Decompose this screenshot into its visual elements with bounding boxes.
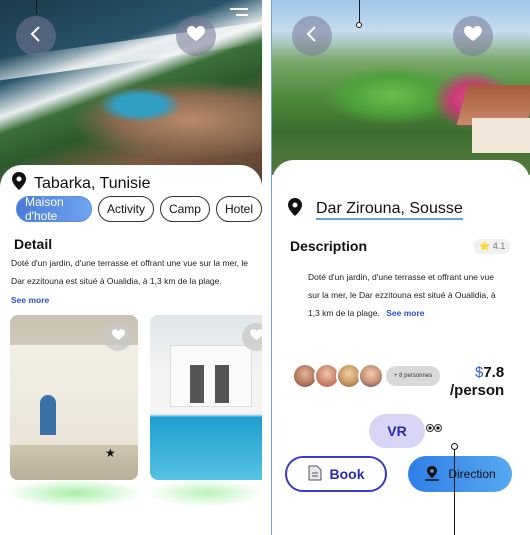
star-icon: ★: [105, 446, 116, 460]
location-pin-icon: [288, 198, 302, 221]
avatar: [358, 363, 384, 389]
visitors-row: + 8 personnes: [292, 363, 441, 389]
location-row: Dar Zirouna, Sousse: [288, 198, 463, 221]
favorite-button[interactable]: [176, 16, 216, 56]
property-description: Doté d'un jardin, d'une terrasse et offr…: [308, 268, 508, 322]
chevron-left-icon: [303, 25, 321, 48]
price-unit: /person: [450, 382, 505, 399]
guide-handle: [356, 22, 362, 28]
right-screen: Dar Zirouna, Sousse Description ⭐ 4.1 Do…: [272, 0, 530, 535]
photo-favorite-button-2[interactable]: [242, 323, 262, 351]
eyes-icon: [426, 424, 442, 435]
rating-badge: ⭐ 4.1: [474, 239, 511, 254]
see-more-link[interactable]: See more: [11, 295, 49, 305]
book-button[interactable]: Book: [285, 456, 387, 492]
photo-shadow-2: [150, 480, 262, 506]
heart-icon: [111, 328, 125, 346]
guide-line: [36, 0, 37, 14]
see-more-link[interactable]: See more: [386, 308, 424, 318]
heart-icon: [464, 25, 482, 47]
location-label: Tabarka, Tunisie: [34, 174, 151, 192]
description-title: Description: [290, 238, 368, 254]
chip-activity[interactable]: Activity: [97, 196, 154, 222]
direction-label: Direction: [448, 467, 496, 481]
back-button[interactable]: [292, 16, 332, 56]
favorite-button[interactable]: [453, 16, 493, 56]
location-row: Tabarka, Tunisie: [12, 172, 151, 195]
direction-button[interactable]: Direction: [408, 456, 512, 492]
price-block: $7.8 /person: [450, 364, 504, 400]
menu-icon[interactable]: [230, 6, 248, 24]
guide-line: [454, 448, 455, 535]
price-value: 7.8: [483, 364, 505, 381]
gallery-photo-1[interactable]: ★: [10, 315, 138, 480]
photo-shadow: [10, 480, 140, 506]
vr-button[interactable]: VR: [369, 414, 425, 448]
house-decoration: [472, 118, 530, 153]
back-button[interactable]: [16, 16, 56, 56]
detail-title: Detail: [14, 236, 53, 252]
document-icon: [308, 465, 322, 484]
heart-icon: [249, 328, 262, 346]
chip-hotel[interactable]: Hotel: [215, 196, 262, 222]
photo-favorite-button[interactable]: [104, 323, 132, 351]
guide-handle: [451, 443, 458, 450]
heart-icon: [187, 25, 205, 47]
location-label: Dar Zirouna, Sousse: [316, 200, 463, 220]
left-screen: Tabarka, Tunisie Maison d'hote Activity …: [0, 0, 262, 535]
book-label: Book: [329, 466, 365, 482]
guide-line: [359, 0, 360, 24]
persons-count-badge: + 8 personnes: [386, 366, 441, 386]
chevron-left-icon: [27, 25, 45, 48]
map-pin-icon: [424, 465, 440, 484]
category-chips: Maison d'hote Activity Camp Hotel: [16, 195, 262, 223]
gallery-photo-2[interactable]: [150, 315, 262, 480]
chip-camp[interactable]: Camp: [159, 196, 210, 222]
location-pin-icon: [12, 172, 26, 195]
detail-description: Doté d'un jardin, d'une terrasse et offr…: [11, 258, 248, 286]
chip-maison-dhote[interactable]: Maison d'hote: [16, 195, 92, 223]
